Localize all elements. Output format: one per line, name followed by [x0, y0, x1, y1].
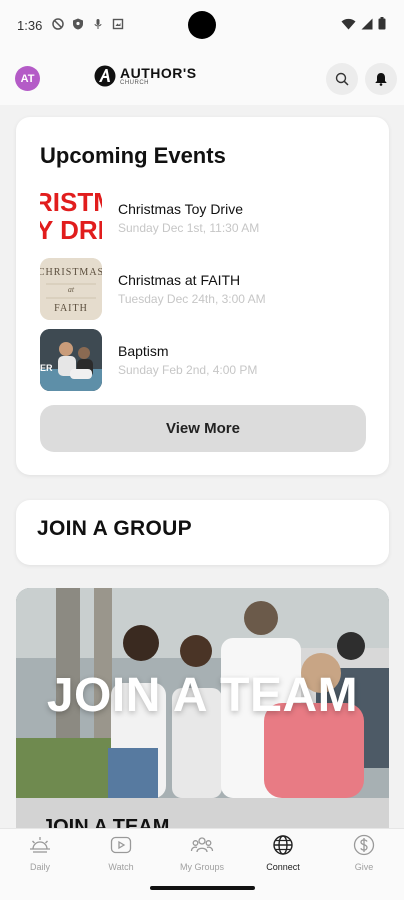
nav-item-give[interactable]: Give	[324, 833, 404, 872]
nav-label: Connect	[266, 862, 300, 872]
event-thumbnail: ER	[40, 329, 102, 391]
logo-title: AUTHOR'S	[120, 65, 197, 81]
event-date: Tuesday Dec 24th, 3:00 AM	[118, 292, 266, 306]
status-bar: 1:36	[0, 0, 404, 50]
nav-item-connect[interactable]: Connect	[243, 833, 323, 872]
user-avatar[interactable]: AT	[15, 66, 40, 91]
nav-item-watch[interactable]: Watch	[81, 833, 161, 872]
event-name: Baptism	[118, 343, 169, 359]
home-gesture-handle[interactable]	[150, 886, 255, 890]
svg-text:at: at	[68, 285, 75, 294]
nav-label: Watch	[108, 862, 134, 872]
notifications-button[interactable]	[365, 63, 397, 95]
camera-cutout	[188, 11, 216, 39]
join-group-card[interactable]: JOIN A GROUP	[16, 500, 389, 565]
event-item-toy-drive[interactable]: RISTM Y DRI Christmas Toy Drive Sunday D…	[40, 187, 370, 251]
wifi-icon	[341, 18, 356, 29]
svg-text:Y DRI: Y DRI	[40, 215, 102, 245]
join-team-banner-text: JOIN A TEAM	[46, 669, 359, 722]
shield-icon	[73, 18, 83, 30]
join-team-caption-strip: JOIN A TEAM	[16, 798, 389, 828]
event-thumbnail: CHRISTMAS at FAITH	[40, 258, 102, 320]
logo-a-icon	[94, 65, 116, 87]
nav-label: Give	[354, 862, 374, 872]
event-item-baptism[interactable]: ER Baptism Sunday Feb 2nd, 4:00 PM	[40, 329, 370, 393]
status-system-icons	[341, 17, 386, 30]
christmas-faith-image: CHRISTMAS at FAITH	[40, 258, 102, 320]
mic-icon	[94, 19, 102, 29]
nav-item-daily[interactable]: Daily	[0, 833, 80, 872]
svg-text:CHRISTMAS: CHRISTMAS	[40, 267, 102, 278]
search-button[interactable]	[326, 63, 358, 95]
dnd-icon	[52, 18, 64, 30]
svg-text:RISTM: RISTM	[40, 187, 102, 217]
toy-drive-image: RISTM Y DRI	[40, 187, 102, 249]
event-date: Sunday Dec 1st, 11:30 AM	[118, 221, 260, 235]
join-group-title: JOIN A GROUP	[37, 517, 192, 540]
baptism-image: ER	[40, 329, 102, 391]
event-name: Christmas at FAITH	[118, 272, 241, 288]
gesture-bar	[0, 878, 404, 900]
play-icon	[110, 836, 132, 854]
upcoming-events-card: Upcoming Events RISTM Y DRI Christmas To…	[16, 117, 389, 475]
event-item-christmas-at-faith[interactable]: CHRISTMAS at FAITH Christmas at FAITH Tu…	[40, 258, 370, 322]
search-icon	[335, 72, 349, 86]
app-header: AT AUTHOR'S CHURCH	[0, 50, 404, 105]
join-team-card[interactable]: JOIN A TEAM JOIN A TEAM	[16, 588, 389, 828]
event-thumbnail: RISTM Y DRI	[40, 187, 102, 249]
church-logo[interactable]: AUTHOR'S CHURCH	[94, 65, 197, 87]
status-notification-icons	[52, 18, 124, 30]
event-name: Christmas Toy Drive	[118, 201, 243, 217]
event-date: Sunday Feb 2nd, 4:00 PM	[118, 363, 258, 377]
screenshot-icon	[112, 18, 124, 30]
dollar-icon	[353, 834, 375, 856]
signal-icon	[361, 18, 373, 29]
bell-icon	[375, 73, 387, 86]
svg-text:FAITH: FAITH	[54, 303, 88, 314]
main-content: Upcoming Events RISTM Y DRI Christmas To…	[0, 105, 404, 828]
bottom-navigation: Daily Watch My Groups Connect Give	[0, 828, 404, 878]
status-time: 1:36	[17, 18, 43, 33]
join-team-caption: JOIN A TEAM	[42, 816, 170, 828]
view-more-button[interactable]: View More	[40, 405, 366, 452]
battery-icon	[378, 17, 386, 30]
events-title: Upcoming Events	[40, 143, 226, 168]
nav-label: My Groups	[179, 862, 224, 872]
sunrise-icon	[30, 837, 50, 853]
nav-item-my-groups[interactable]: My Groups	[162, 833, 242, 872]
svg-text:ER: ER	[40, 363, 53, 373]
groups-icon	[190, 837, 214, 853]
globe-icon	[273, 835, 293, 855]
nav-label: Daily	[29, 862, 50, 872]
